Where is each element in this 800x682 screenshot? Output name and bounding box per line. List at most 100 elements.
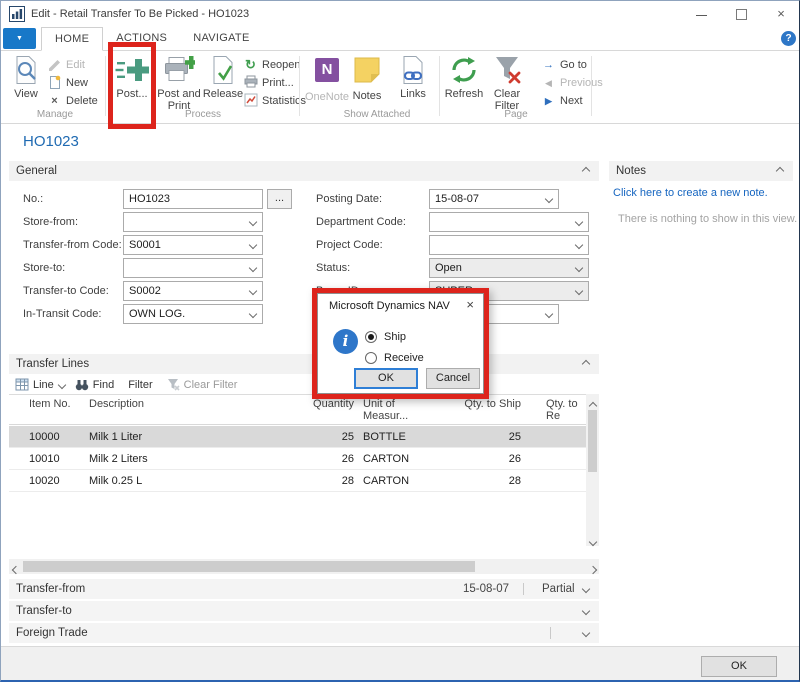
refresh-button[interactable]: Refresh — [441, 55, 487, 100]
scroll-left-icon[interactable] — [9, 560, 22, 573]
info-icon: i — [333, 329, 358, 354]
department-code-field[interactable] — [429, 212, 589, 232]
notes-panel-header[interactable]: Notes — [609, 161, 793, 181]
table-horizontal-scrollbar[interactable] — [9, 559, 599, 574]
field-label-transfer-from-code: Transfer-from Code: — [23, 239, 122, 251]
tab-home[interactable]: HOME — [41, 27, 103, 51]
store-from-field[interactable] — [123, 212, 263, 232]
project-code-field[interactable] — [429, 235, 589, 255]
filter-button[interactable]: Filter — [128, 379, 152, 391]
ok-button[interactable]: OK — [701, 656, 777, 677]
radio-receive[interactable] — [365, 352, 377, 364]
expand-icon — [582, 607, 590, 615]
notes-empty-text: There is nothing to show in this view. — [618, 213, 797, 225]
column-header-uom[interactable]: Unit of Measur... — [363, 398, 421, 422]
minimize-icon — [696, 15, 707, 16]
combo-chevron-icon — [545, 310, 553, 318]
table-row[interactable]: 10010 Milk 2 Liters 26 CARTON 26 — [9, 448, 586, 470]
line-menu-button[interactable]: Line — [33, 379, 54, 391]
links-button[interactable]: Links — [393, 55, 433, 100]
combo-chevron-icon — [249, 218, 257, 226]
print-button[interactable]: Print... — [243, 75, 294, 91]
delete-button[interactable]: × Delete — [47, 93, 98, 109]
group-label-show-attached: Show Attached — [309, 109, 445, 120]
post-button[interactable]: Post... — [110, 55, 154, 100]
radio-receive-label[interactable]: Receive — [384, 352, 424, 364]
post-and-print-button[interactable]: Post and Print — [156, 55, 202, 112]
minimize-button[interactable] — [686, 1, 716, 27]
table-vertical-scrollbar[interactable] — [586, 394, 599, 546]
previous-button[interactable]: ◀ Previous — [541, 75, 603, 91]
arrow-right-icon: → — [541, 59, 556, 71]
reopen-button[interactable]: ↻ Reopen — [243, 57, 301, 73]
next-button[interactable]: ▶ Next — [541, 93, 583, 109]
transfer-from-date: 15-08-07 — [449, 579, 509, 599]
store-to-field[interactable] — [123, 258, 263, 278]
no-field[interactable]: HO1023 — [123, 189, 263, 209]
scrollbar-thumb[interactable] — [588, 410, 597, 472]
combo-chevron-icon — [249, 287, 257, 295]
column-header-item-no[interactable]: Item No. — [29, 398, 84, 410]
column-header-description[interactable]: Description — [89, 398, 289, 410]
edit-button[interactable]: Edit — [47, 57, 85, 73]
expand-icon — [582, 585, 590, 593]
find-button[interactable]: Find — [93, 379, 114, 391]
column-header-qty-to-receive[interactable]: Qty. to Re — [546, 398, 588, 422]
chart-icon — [243, 93, 258, 110]
group-label-manage: Manage — [7, 109, 103, 120]
posting-date-field[interactable]: 15-08-07 — [429, 189, 559, 209]
maximize-icon — [736, 9, 747, 20]
scroll-down-icon[interactable] — [586, 532, 599, 545]
radio-ship-label[interactable]: Ship — [384, 331, 406, 343]
bottom-bar: OK — [1, 646, 799, 680]
refresh-arrows-icon — [441, 55, 487, 86]
scrollbar-thumb[interactable] — [23, 561, 475, 572]
view-button[interactable]: View — [7, 55, 45, 100]
radio-ship[interactable] — [365, 331, 377, 343]
clear-filter-button[interactable]: Clear Filter — [485, 55, 529, 112]
maximize-button[interactable] — [726, 1, 756, 27]
table-row[interactable]: 10000 Milk 1 Liter 25 BOTTLE 25 — [9, 426, 586, 448]
close-button[interactable]: × — [764, 1, 798, 27]
expand-icon — [582, 629, 590, 637]
field-label-status: Status: — [316, 262, 350, 274]
statistics-button[interactable]: Statistics — [243, 93, 306, 109]
column-header-quantity[interactable]: Quantity — [284, 398, 354, 410]
go-to-button[interactable]: → Go to — [541, 57, 587, 73]
combo-chevron-icon — [249, 241, 257, 249]
scroll-right-icon[interactable] — [586, 560, 599, 573]
fasttab-foreign-trade[interactable]: Foreign Trade — [9, 623, 599, 643]
dialog-close-button[interactable]: × — [466, 297, 474, 312]
notes-button[interactable]: Notes — [347, 55, 387, 102]
app-window: Edit - Retail Transfer To Be Picked - HO… — [0, 0, 800, 682]
table-row[interactable]: 10020 Milk 0.25 L 28 CARTON 28 — [9, 470, 586, 492]
onenote-button[interactable]: N OneNote — [301, 55, 353, 103]
in-transit-code-field[interactable]: OWN LOG. — [123, 304, 263, 324]
field-label-in-transit-code: In-Transit Code: — [23, 308, 101, 320]
application-menu-button[interactable]: ▼ — [3, 28, 36, 49]
field-label-no: No.: — [23, 193, 43, 205]
fasttab-general[interactable]: General — [9, 161, 599, 181]
tab-navigate[interactable]: NAVIGATE — [180, 27, 262, 51]
transfer-from-code-field[interactable]: S0001 — [123, 235, 263, 255]
close-icon: × — [777, 6, 785, 21]
fasttab-transfer-from[interactable]: Transfer-from 15-08-07 Partial — [9, 579, 599, 599]
dialog-ok-button[interactable]: OK — [354, 368, 418, 389]
reopen-arrow-icon: ↻ — [243, 57, 258, 73]
app-logo-icon — [9, 6, 25, 27]
no-assist-button[interactable]: ... — [267, 189, 292, 209]
funnel-x-small-icon — [167, 378, 180, 391]
dialog-cancel-button[interactable]: Cancel — [426, 368, 480, 389]
funnel-x-icon — [485, 55, 529, 86]
scroll-up-icon[interactable] — [586, 396, 599, 409]
fasttab-transfer-to[interactable]: Transfer-to — [9, 601, 599, 621]
clear-filter-lines-button[interactable]: Clear Filter — [184, 379, 238, 391]
fasttab-transfer-lines[interactable]: Transfer Lines — [9, 354, 599, 374]
release-button[interactable]: Release — [202, 55, 244, 100]
new-button[interactable]: New — [47, 75, 88, 91]
transfer-to-code-field[interactable]: S0002 — [123, 281, 263, 301]
help-icon[interactable]: ? — [781, 31, 796, 46]
column-header-qty-to-ship[interactable]: Qty. to Ship — [429, 398, 521, 410]
create-note-link[interactable]: Click here to create a new note. — [613, 187, 768, 199]
tab-actions[interactable]: ACTIONS — [103, 27, 180, 51]
